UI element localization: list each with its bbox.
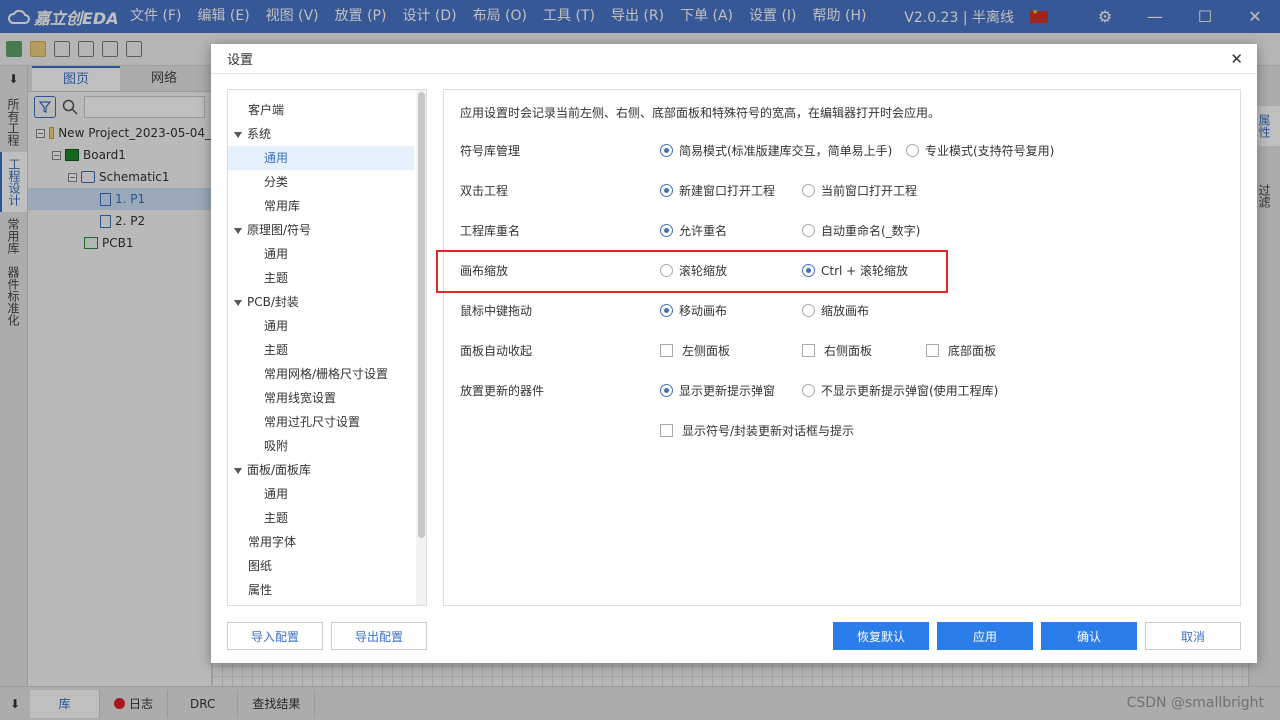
export-config-button[interactable]: 导出配置 [331,622,427,650]
nav-group[interactable]: PCB/封装 [228,290,426,314]
nav-item[interactable]: 常用字体 [228,530,426,554]
radio-zoom-canvas[interactable]: 缩放画布 [802,302,869,319]
radio-new-window[interactable]: 新建窗口打开工程 [660,182,775,199]
import-config-button[interactable]: 导入配置 [227,622,323,650]
checkbox-bottom-panel[interactable]: 底部面板 [926,342,996,359]
radio-checked [660,143,673,157]
radio-auto-rename[interactable]: 自动重命名(_数字) [802,222,920,239]
nav-group[interactable]: 面板/面板库 [228,458,426,482]
nav-group[interactable]: 系统 [228,122,426,146]
nav-scrollbar[interactable] [416,90,426,605]
nav-item[interactable]: 分类 [228,170,426,194]
dialog-title: 设置 [227,53,254,68]
nav-item[interactable]: 主题 [228,266,426,290]
cancel-button[interactable]: 取消 [1145,622,1241,650]
dialog-footer: 导入配置 导出配置 恢复默认 应用 确认 取消 [211,622,1257,652]
nav-group[interactable]: 原理图/符号 [228,218,426,242]
label-double-click: 双击工程 [460,183,509,198]
caret-down-icon [234,299,242,306]
radio-move-canvas[interactable]: 移动画布 [660,302,727,319]
caret-down-icon [234,227,242,234]
nav-item[interactable]: 常用线宽设置 [228,386,426,410]
radio-show-update-popup[interactable]: 显示更新提示弹窗 [660,382,775,399]
nav-item[interactable]: 通用 [228,146,414,170]
settings-dialog: 设置 ✕ 客户端 系统 通用 分类 常用库 原理图/符号 通用 主题 PCB/封装 通用 主题 常用网… [211,44,1257,663]
nav-item[interactable]: 客户端 [228,98,426,122]
nav-item[interactable]: 通用 [228,314,426,338]
nav-item[interactable]: 图纸 [228,554,426,578]
settings-nav: 客户端 系统 通用 分类 常用库 原理图/符号 通用 主题 PCB/封装 通用 主题 常用网格/栅格尺… [227,89,427,606]
checkbox-show-update-dialog[interactable]: 显示符号/封装更新对话框与提示 [660,422,854,439]
label-auto-collapse: 面板自动收起 [460,343,533,358]
nav-item[interactable]: 常用库 [228,194,426,218]
label-place-update: 放置更新的器件 [460,383,545,398]
apply-button[interactable]: 应用 [937,622,1033,650]
caret-down-icon [234,467,242,474]
checkbox-left-panel[interactable]: 左侧面板 [660,342,730,359]
close-icon[interactable]: ✕ [1230,50,1243,68]
label-rename: 工程库重名 [460,223,521,238]
nav-item[interactable]: 主题 [228,506,426,530]
red-highlight-box [436,250,948,293]
settings-content: 应用设置时会记录当前左侧、右侧、底部面板和特殊符号的宽高，在编辑器打开时会应用。… [443,89,1241,606]
radio-simple-mode[interactable]: 简易模式(标准版建库交互，简单易上手) [660,142,892,159]
nav-item[interactable]: 常用过孔尺寸设置 [228,410,426,434]
label-middle-drag: 鼠标中键拖动 [460,303,533,318]
caret-down-icon [234,131,242,138]
nav-item[interactable]: 通用 [228,482,426,506]
restore-default-button[interactable]: 恢复默认 [833,622,929,650]
nav-item[interactable]: 吸附 [228,434,426,458]
confirm-button[interactable]: 确认 [1041,622,1137,650]
radio-unchecked [906,143,919,157]
nav-item[interactable]: 通用 [228,242,426,266]
radio-pro-mode[interactable]: 专业模式(支持符号复用) [906,142,1054,159]
label-symbol-lib: 符号库管理 [460,143,521,158]
radio-hide-update-popup[interactable]: 不显示更新提示弹窗(使用工程库) [802,382,998,399]
radio-current-window[interactable]: 当前窗口打开工程 [802,182,917,199]
nav-item[interactable]: 属性 [228,578,426,602]
settings-description: 应用设置时会记录当前左侧、右侧、底部面板和特殊符号的宽高，在编辑器打开时会应用。 [460,106,941,120]
nav-item[interactable]: 常用网格/栅格尺寸设置 [228,362,426,386]
checkbox-right-panel[interactable]: 右侧面板 [802,342,872,359]
nav-item[interactable]: 主题 [228,338,426,362]
radio-allow-rename[interactable]: 允许重名 [660,222,727,239]
